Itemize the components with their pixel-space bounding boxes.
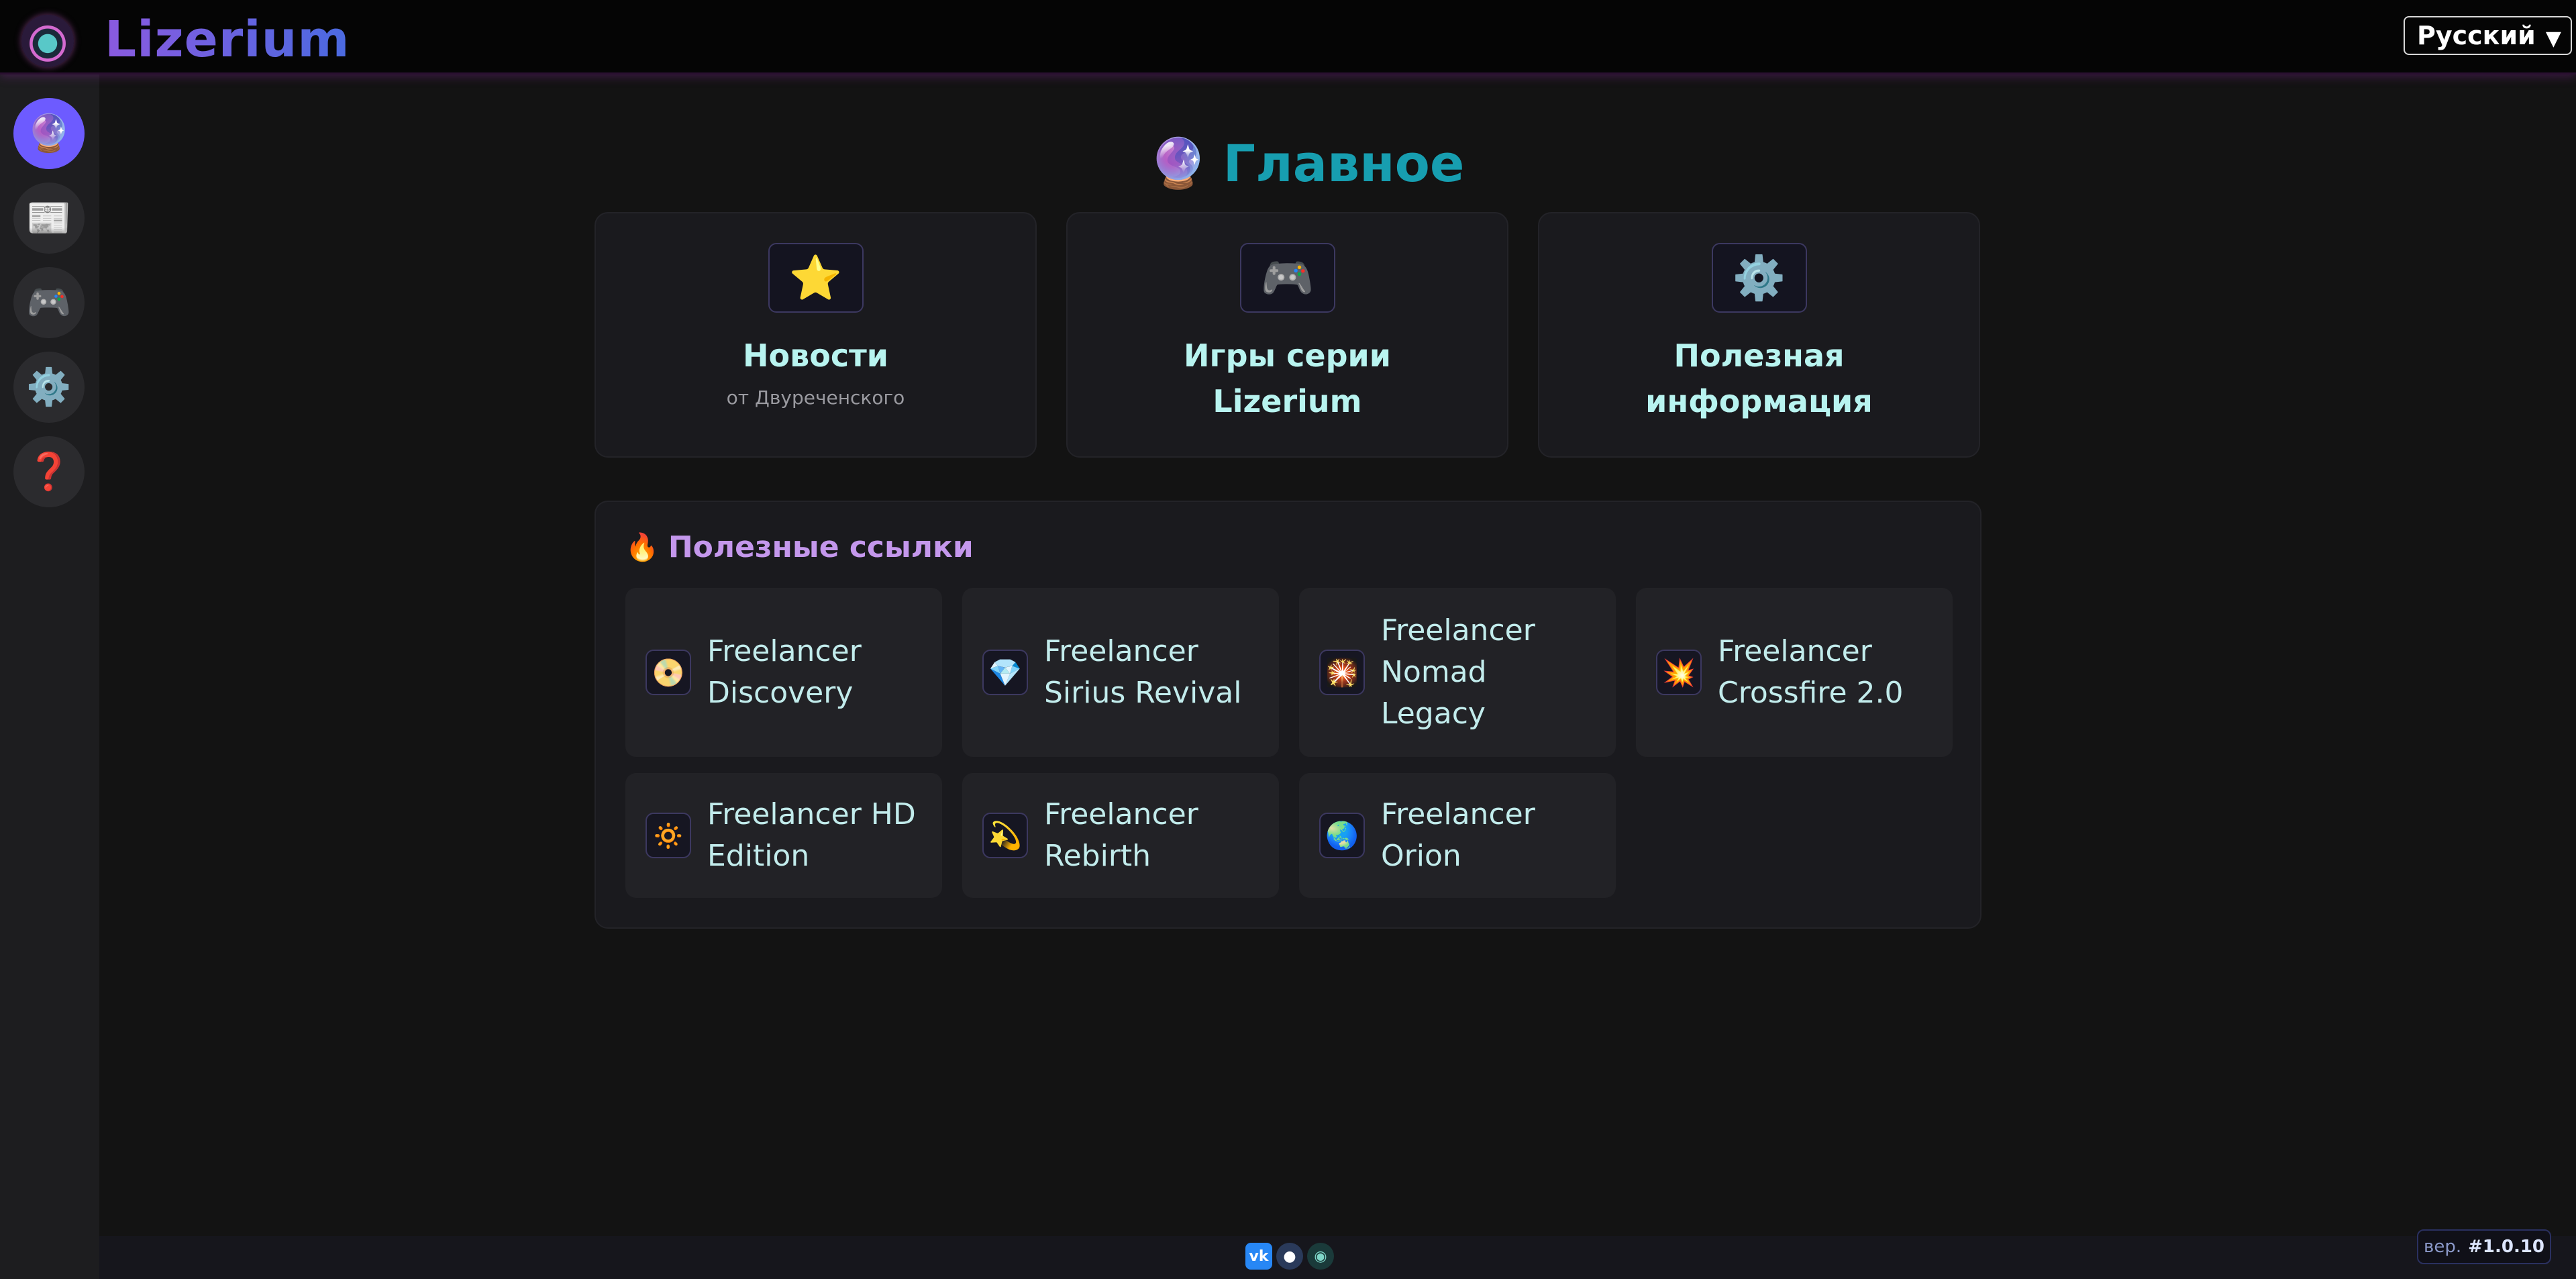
link-label: Freelancer HD Edition: [707, 794, 933, 877]
card-info-title: Полезная информация: [1539, 333, 1979, 424]
newspaper-icon: 📰: [26, 197, 72, 239]
lizerium-logo-icon[interactable]: [21, 15, 74, 67]
link-label: Freelancer Rebirth: [1044, 794, 1270, 877]
link-label-line2: Edition: [707, 839, 810, 873]
footer: [99, 1236, 2576, 1279]
site-icon[interactable]: ◉: [1307, 1243, 1334, 1270]
link-label: Freelancer Sirius Revival: [1044, 631, 1270, 714]
version-label: вер.: [2424, 1237, 2462, 1257]
gem-icon: 💎: [982, 650, 1028, 695]
card-info-title-line2: информация: [1645, 383, 1873, 419]
link-freelancer-rebirth[interactable]: 💫 Freelancer Rebirth: [962, 773, 1279, 898]
page-title-text: Главное: [1223, 133, 1465, 193]
gear-icon: ⚙️: [1711, 243, 1807, 313]
sidebar-item-settings[interactable]: ⚙️: [13, 352, 85, 423]
card-info[interactable]: ⚙️ Полезная информация: [1538, 212, 1980, 458]
link-label-line1: Freelancer: [707, 634, 862, 668]
collision-icon: 💥: [1656, 650, 1702, 695]
link-label-line2: Rebirth: [1044, 839, 1151, 873]
sidebar-item-home[interactable]: 🔮: [13, 98, 85, 169]
link-label-line1: Freelancer: [1044, 634, 1198, 668]
crystal-ball-icon: 🔮: [1148, 134, 1208, 191]
useful-links-heading-text: Полезные ссылки: [668, 530, 974, 564]
card-games-title-line1: Игры серии: [1184, 338, 1391, 374]
link-freelancer-sirius-revival[interactable]: 💎 Freelancer Sirius Revival: [962, 588, 1279, 757]
gear-icon: ⚙️: [26, 366, 72, 408]
card-news-subtitle: от Двуреченского: [726, 387, 905, 409]
question-icon: ❓: [26, 450, 72, 493]
globe-icon: 🌏: [1319, 813, 1365, 858]
link-freelancer-discovery[interactable]: 📀 Freelancer Discovery: [625, 588, 942, 757]
sidebar-item-games[interactable]: 🎮: [13, 267, 85, 338]
gamepad-icon: 🎮: [26, 281, 72, 323]
top-header: Lizerium Русский ▼: [0, 0, 2576, 74]
version-badge: вер. #1.0.10: [2417, 1229, 2551, 1264]
language-selected-label: Русский: [2417, 21, 2536, 50]
card-news-title: Новости: [743, 338, 888, 374]
link-label-line1: Freelancer: [1044, 797, 1198, 831]
sidebar: 🔮 📰 🎮 ⚙️ ❓: [0, 72, 99, 1279]
link-label-line2: Orion: [1381, 839, 1461, 873]
sun-icon: 🔅: [646, 813, 691, 858]
disc-icon: 📀: [646, 650, 691, 695]
card-info-title-line1: Полезная: [1673, 338, 1845, 374]
fire-icon: 🔥: [625, 532, 659, 563]
link-label-line1: Freelancer: [1381, 613, 1535, 648]
caret-down-icon: ▼: [2545, 27, 2561, 50]
language-select[interactable]: Русский ▼: [2404, 16, 2572, 55]
card-games-title: Игры серии Lizerium: [1068, 333, 1507, 424]
useful-links-heading: 🔥 Полезные ссылки: [625, 530, 974, 564]
link-freelancer-nomad-legacy[interactable]: 🎇 Freelancer Nomad Legacy: [1299, 588, 1616, 757]
sidebar-item-news[interactable]: 📰: [13, 183, 85, 254]
star-icon: ⭐: [768, 243, 864, 313]
link-label-line2: Crossfire 2.0: [1718, 676, 1904, 710]
link-label: Freelancer Discovery: [707, 631, 933, 714]
link-label: Freelancer Nomad Legacy: [1381, 610, 1606, 735]
vk-icon[interactable]: vk: [1245, 1243, 1272, 1270]
link-label-line2: Discovery: [707, 676, 854, 710]
card-news[interactable]: ⭐ Новости от Двуреченского: [595, 212, 1037, 458]
app-title[interactable]: Lizerium: [105, 11, 350, 68]
github-icon[interactable]: ●: [1276, 1243, 1303, 1270]
sidebar-item-help[interactable]: ❓: [13, 436, 85, 507]
link-label-line2: Nomad: [1381, 655, 1487, 689]
link-freelancer-orion[interactable]: 🌏 Freelancer Orion: [1299, 773, 1616, 898]
link-label-line1: Freelancer HD: [707, 797, 916, 831]
link-label-line1: Freelancer: [1381, 797, 1535, 831]
link-label-line2: Sirius Revival: [1044, 676, 1242, 710]
link-freelancer-hd-edition[interactable]: 🔅 Freelancer HD Edition: [625, 773, 942, 898]
link-label: Freelancer Crossfire 2.0: [1718, 631, 1943, 714]
gamepad-icon: 🎮: [1239, 243, 1335, 313]
version-number: #1.0.10: [2468, 1237, 2544, 1257]
link-label-line3: Legacy: [1381, 697, 1486, 731]
link-freelancer-crossfire[interactable]: 💥 Freelancer Crossfire 2.0: [1636, 588, 1953, 757]
crystal-ball-icon: 🔮: [26, 112, 72, 154]
card-games-title-line2: Lizerium: [1213, 383, 1362, 419]
page-title: 🔮 Главное: [1148, 133, 1464, 193]
card-games[interactable]: 🎮 Игры серии Lizerium: [1066, 212, 1508, 458]
link-label: Freelancer Orion: [1381, 794, 1606, 877]
sparkler-icon: 🎇: [1319, 650, 1365, 695]
link-label-line1: Freelancer: [1718, 634, 1872, 668]
useful-links-panel: 🔥 Полезные ссылки 📀 Freelancer Discovery…: [595, 501, 1981, 929]
dizzy-star-icon: 💫: [982, 813, 1028, 858]
